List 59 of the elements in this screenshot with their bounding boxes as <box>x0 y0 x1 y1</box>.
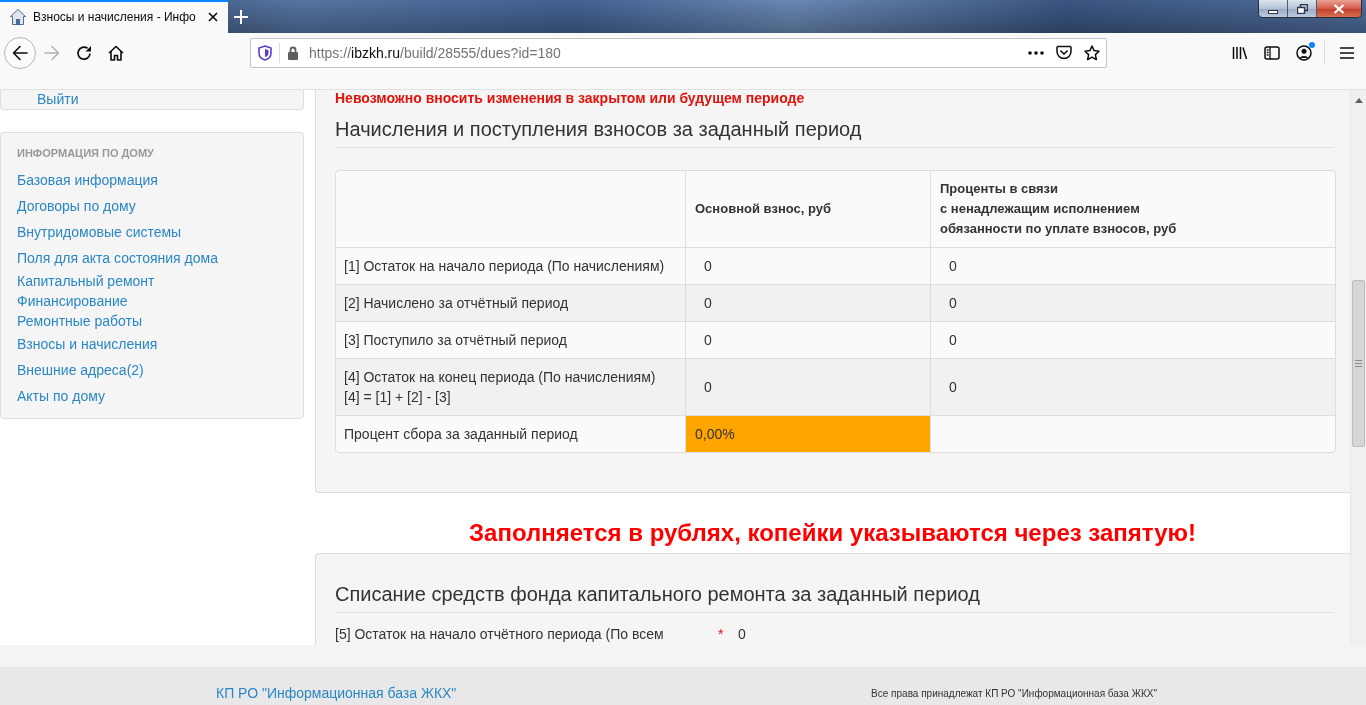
sidebar-link[interactable]: Ремонтные работы <box>17 311 143 331</box>
close-icon <box>1333 3 1345 14</box>
sidebar-link[interactable]: Базовая информация <box>17 167 158 193</box>
table-cell: 0 <box>685 284 930 321</box>
sidebar-link[interactable]: Выйти <box>37 91 79 107</box>
column-header: Проценты в связи с ненадлежащим исполнением обязанности по уплате взносов, руб <box>930 171 1335 247</box>
house-icon <box>10 8 26 25</box>
account-icon[interactable] <box>1296 45 1312 61</box>
section-title: Списание средств фонда капитального ремонта за заданный период <box>335 582 980 606</box>
restore-button[interactable] <box>1287 0 1316 17</box>
back-button[interactable] <box>4 37 36 69</box>
sidebar-link[interactable]: Акты по дому <box>17 383 105 409</box>
field-label: [5] Остаток на начало отчётного периода (По всем <box>335 625 664 643</box>
scrollbar-thumb[interactable] <box>1352 280 1365 447</box>
menu-icon[interactable] <box>1339 45 1355 61</box>
warning-text: Невозможно вносить изменения в закрытом или будущем периоде <box>335 90 805 107</box>
browser-tab[interactable]: Взносы и начисления - Инфо <box>0 0 228 33</box>
scrollbar[interactable] <box>1350 90 1366 645</box>
library-icon[interactable] <box>1232 45 1248 61</box>
copyright-text: Все права принадлежат КП РО "Информационная база ЖКХ" <box>871 687 1157 701</box>
row-label: [4] Остаток на конец периода (По начислениям) [4] = [1] + [2] - [3] <box>336 358 685 415</box>
minimize-button[interactable] <box>1259 0 1287 17</box>
reload-icon[interactable] <box>76 45 92 61</box>
section-title: Начисления и поступления взносов за заданный период <box>335 117 862 141</box>
sidebar-link[interactable]: Капитальный ремонт <box>17 271 155 291</box>
warning-text: Заполняется в рублях, копейки указываются через запятую! <box>469 519 1196 547</box>
arrow-left-icon[interactable] <box>12 45 28 61</box>
lock-icon[interactable] <box>287 46 299 60</box>
menu-heading: ИНФОРМАЦИЯ ПО ДОМУ <box>17 146 154 161</box>
required-mark: * <box>718 626 724 642</box>
shield-icon[interactable] <box>258 45 272 61</box>
table-cell: 0 <box>685 358 930 415</box>
plus-icon[interactable] <box>234 9 248 24</box>
close-button[interactable] <box>1316 0 1361 17</box>
row-label: Процент сбора за заданный период <box>336 415 685 452</box>
table-cell: 0,00% <box>685 415 930 452</box>
table-cell: 0 <box>930 284 1335 321</box>
row-label: [2] Начислено за отчётный период <box>336 284 685 321</box>
sidebar-link[interactable]: Внутридомовые системы <box>17 219 182 245</box>
caret-up-icon[interactable] <box>1354 98 1363 103</box>
sidebar-icon[interactable] <box>1264 45 1280 61</box>
sidebar-link[interactable]: Договоры по дому <box>17 193 136 219</box>
sidebar-link[interactable]: Внешние адреса(2) <box>17 357 144 383</box>
address-field[interactable]: https://ibzkh.ru/build/28555/dues?id=180 <box>250 38 1107 68</box>
more-icon[interactable] <box>1028 51 1044 55</box>
field-value: 0 <box>738 625 746 643</box>
table-cell: 0 <box>930 358 1335 415</box>
star-icon[interactable] <box>1084 45 1100 61</box>
footer-link[interactable]: КП РО "Информационная база ЖКХ" <box>216 685 457 701</box>
minimize-icon <box>1268 9 1278 14</box>
chevron-tray-icon[interactable] <box>1056 45 1072 61</box>
sidebar-link[interactable]: Поля для акта состояния дома <box>17 245 218 271</box>
close-icon[interactable] <box>208 11 218 22</box>
sidebar-link[interactable]: Финансирование <box>17 291 128 311</box>
column-header: Основной взнос, руб <box>685 171 930 247</box>
home-icon[interactable] <box>108 45 124 61</box>
restore-icon <box>1296 3 1308 14</box>
sidebar-link[interactable]: Взносы и начисления <box>17 331 158 357</box>
url-text: https://ibzkh.ru/build/28555/dues?id=180 <box>309 45 561 61</box>
